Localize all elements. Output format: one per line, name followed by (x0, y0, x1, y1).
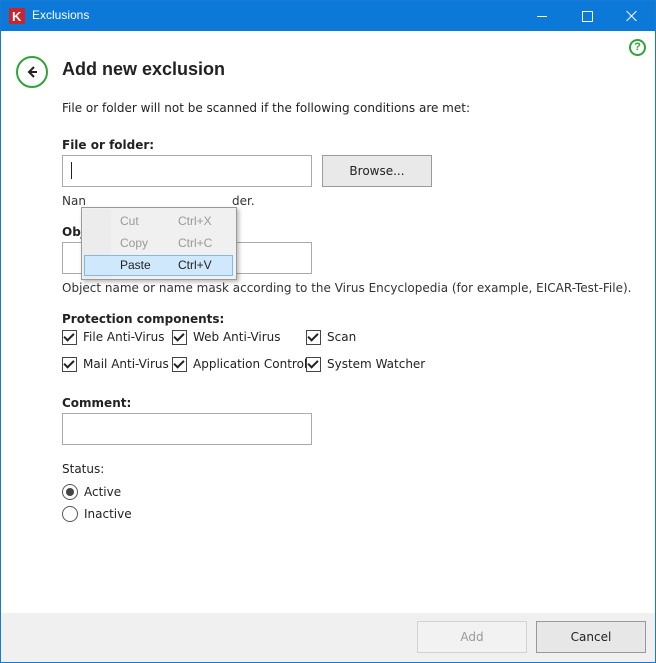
menu-item-shortcut: Ctrl+X (178, 214, 212, 228)
exclusions-window: K Exclusions ? Add new exclusion File or… (0, 0, 656, 663)
context-menu: Cut Ctrl+X Copy Ctrl+C Paste Ctrl+V (81, 207, 237, 280)
minimize-button[interactable] (519, 1, 565, 31)
system-watcher-checkbox[interactable]: System Watcher (306, 355, 425, 373)
menu-item-paste[interactable]: Paste Ctrl+V (84, 255, 233, 276)
application-control-checkbox[interactable]: Application Control (172, 355, 307, 373)
intro-text: File or folder will not be scanned if th… (62, 101, 471, 115)
menu-item-cut[interactable]: Cut Ctrl+X (85, 211, 232, 232)
radio-empty-icon (62, 506, 78, 522)
menu-item-label: Copy (120, 236, 149, 250)
checkbox-check-icon (62, 356, 77, 372)
radio-selected-icon (62, 484, 78, 500)
close-button[interactable] (609, 1, 655, 31)
add-button[interactable]: Add (417, 621, 527, 653)
title-bar[interactable]: K Exclusions (1, 1, 655, 31)
kaspersky-logo-icon: K (9, 8, 25, 24)
checkbox-check-icon (62, 329, 77, 345)
back-arrow-icon (27, 66, 37, 78)
menu-item-shortcut: Ctrl+C (178, 236, 213, 250)
text-caret (71, 162, 72, 179)
status-inactive-radio[interactable]: Inactive (62, 506, 132, 522)
dialog-footer: Add Cancel (1, 613, 655, 662)
checkbox-label: Application Control (193, 357, 308, 371)
checkbox-check-icon (306, 329, 321, 345)
maximize-button[interactable] (564, 1, 610, 31)
checkbox-label: Web Anti-Virus (193, 330, 281, 344)
window-title: Exclusions (32, 8, 90, 22)
close-icon (626, 10, 638, 22)
protection-label: Protection components: (62, 312, 225, 326)
minimize-icon (537, 15, 547, 17)
menu-item-shortcut: Ctrl+V (178, 258, 212, 272)
back-button[interactable] (16, 56, 48, 88)
radio-label: Inactive (84, 507, 132, 521)
status-label: Status: (62, 462, 105, 476)
checkbox-label: System Watcher (327, 357, 426, 371)
mail-antivirus-checkbox[interactable]: Mail Anti-Virus (62, 355, 169, 373)
checkbox-label: File Anti-Virus (83, 330, 165, 344)
comment-input[interactable] (62, 413, 312, 445)
scan-checkbox[interactable]: Scan (306, 328, 356, 346)
menu-item-label: Paste (120, 258, 151, 272)
checkbox-label: Mail Anti-Virus (83, 357, 169, 371)
checkbox-check-icon (172, 356, 187, 372)
maximize-icon (581, 10, 593, 22)
file-folder-hint-end: der. (232, 194, 255, 208)
help-icon[interactable]: ? (629, 39, 646, 56)
checkbox-label: Scan (327, 330, 357, 344)
menu-item-label: Cut (120, 214, 139, 228)
exclusion-form: ? Add new exclusion File or folder will … (1, 31, 655, 613)
object-hint: Object name or name mask according to th… (62, 281, 632, 295)
radio-label: Active (84, 485, 122, 499)
web-antivirus-checkbox[interactable]: Web Anti-Virus (172, 328, 281, 346)
checkbox-check-icon (172, 329, 187, 345)
checkbox-check-icon (306, 356, 321, 372)
logo-letter: K (12, 9, 22, 24)
file-antivirus-checkbox[interactable]: File Anti-Virus (62, 328, 164, 346)
status-active-radio[interactable]: Active (62, 484, 121, 500)
menu-item-copy[interactable]: Copy Ctrl+C (85, 233, 232, 254)
page-title: Add new exclusion (62, 59, 226, 79)
comment-label: Comment: (62, 396, 132, 410)
cancel-button[interactable]: Cancel (536, 621, 646, 653)
file-folder-input[interactable] (62, 155, 312, 187)
file-folder-label: File or folder: (62, 138, 155, 152)
browse-button[interactable]: Browse... (322, 155, 432, 187)
file-folder-hint-start: Nan (62, 194, 86, 208)
